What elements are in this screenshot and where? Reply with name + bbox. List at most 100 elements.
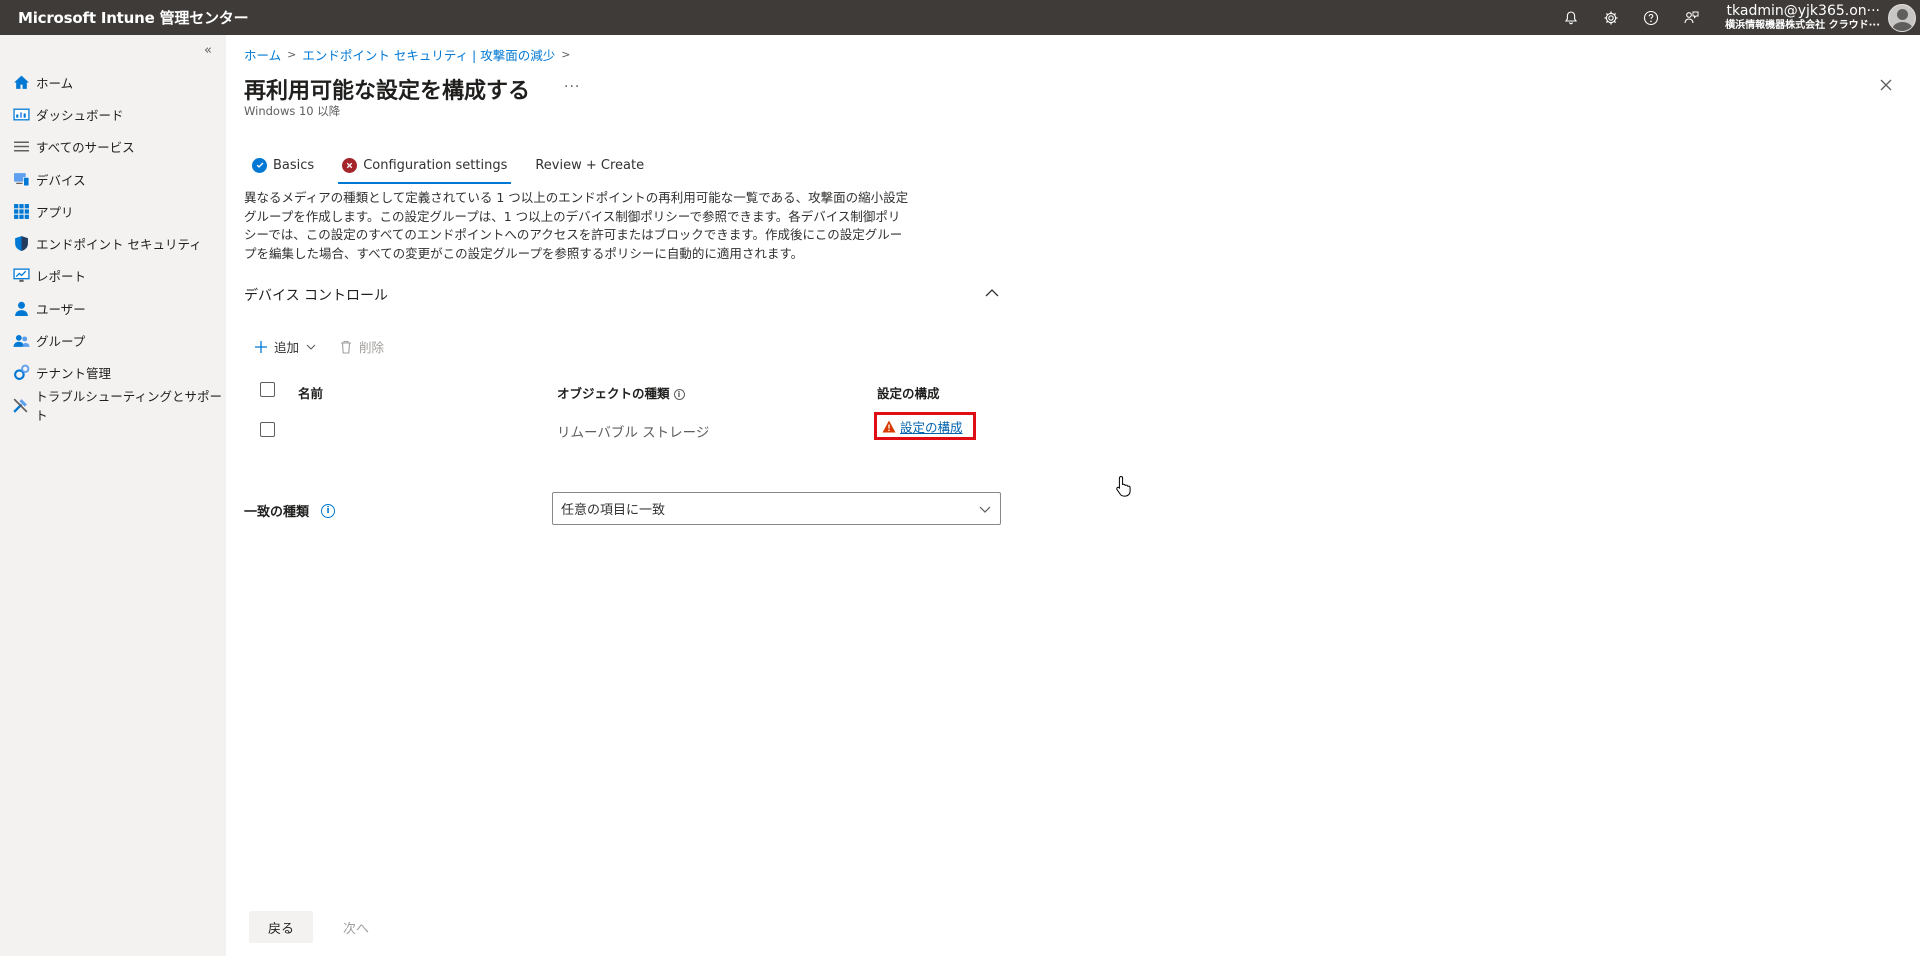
- shield-icon: [12, 235, 30, 253]
- sidebar-item-troubleshooting[interactable]: トラブルシューティングとサポート: [0, 389, 226, 424]
- home-icon: [12, 73, 30, 91]
- list-icon: [12, 138, 30, 156]
- app-title[interactable]: Microsoft Intune 管理センター: [0, 7, 249, 28]
- description-line: シーでは、この設定のすべてのエンドポイントへのアクセスを許可またはブロックできま…: [244, 227, 903, 242]
- sidebar-item-all-services[interactable]: すべてのサービス: [0, 131, 226, 163]
- sidebar-item-label: テナント管理: [36, 366, 112, 382]
- chevron-down-icon: [979, 506, 991, 513]
- column-header-name: 名前: [298, 386, 324, 401]
- sidebar: « ホーム ダッシュボード すべてのサービス デバイス アプリ エンドポイント …: [0, 35, 226, 956]
- add-label: 追加: [274, 340, 300, 355]
- account-menu[interactable]: tkadmin@yjk365.on··· 横浜情報機器株式会社 クラウド···: [1711, 3, 1888, 31]
- main-content: ホーム > エンドポイント セキュリティ | 攻撃面の減少 > 再利用可能な設定…: [226, 35, 1920, 956]
- wizard-tabs: Basics Configuration settings Review + C…: [252, 150, 672, 184]
- tenant-admin-icon: [12, 364, 30, 382]
- more-options-button[interactable]: ···: [564, 79, 580, 95]
- reports-icon: [12, 267, 30, 285]
- match-type-text: 一致の種類: [244, 505, 310, 520]
- description-line: 異なるメディアの種類として定義されている 1 つ以上のエンドポイントの再利用可能…: [244, 190, 909, 205]
- sidebar-item-label: グループ: [36, 334, 86, 350]
- description-line: グループを作成します。この設定グループは、1 つ以上のデバイス制御ポリシーで参照…: [244, 208, 901, 224]
- sidebar-item-label: ダッシュボード: [36, 107, 124, 123]
- sidebar-item-label: アプリ: [36, 204, 74, 220]
- dashboard-icon: [12, 105, 30, 123]
- account-tenant: 横浜情報機器株式会社 クラウド···: [1725, 19, 1880, 31]
- sidebar-item-label: ユーザー: [36, 301, 86, 317]
- checkmark-circle-icon: [252, 157, 267, 173]
- user-icon: [12, 299, 30, 317]
- breadcrumb-separator-icon: >: [287, 48, 297, 61]
- sidebar-item-home[interactable]: ホーム: [0, 66, 226, 98]
- delete-label: 削除: [359, 340, 385, 355]
- tab-label: Configuration settings: [363, 157, 508, 173]
- sidebar-item-reports[interactable]: レポート: [0, 260, 226, 292]
- sidebar-item-apps[interactable]: アプリ: [0, 195, 226, 227]
- settings-gear-icon[interactable]: [1591, 0, 1631, 35]
- sidebar-item-users[interactable]: ユーザー: [0, 292, 226, 324]
- help-icon[interactable]: [1631, 0, 1671, 35]
- sidebar-item-label: すべてのサービス: [36, 140, 135, 156]
- match-type-dropdown[interactable]: 任意の項目に一致: [552, 492, 1001, 525]
- page-title: 再利用可能な設定を構成する: [244, 79, 531, 104]
- groups-icon: [12, 332, 30, 350]
- breadcrumb-home[interactable]: ホーム: [244, 45, 281, 64]
- column-header-object-type: オブジェクトの種類 i: [557, 383, 685, 402]
- page-subtitle: Windows 10 以降: [244, 104, 341, 118]
- info-icon[interactable]: i: [673, 389, 685, 400]
- match-type-label: 一致の種類 i: [244, 501, 336, 520]
- match-type-value: 任意の項目に一致: [561, 503, 666, 518]
- add-button[interactable]: 追加: [254, 337, 323, 356]
- breadcrumb-endpoint-security[interactable]: エンドポイント セキュリティ | 攻撃面の減少: [302, 45, 555, 64]
- devices-icon: [12, 170, 30, 188]
- collapse-sidebar-icon[interactable]: «: [204, 43, 212, 58]
- sidebar-item-tenant-admin[interactable]: テナント管理: [0, 357, 226, 389]
- breadcrumb-separator-icon: >: [561, 48, 571, 61]
- trash-icon: [341, 340, 352, 354]
- tab-label: Basics: [273, 157, 315, 173]
- sidebar-nav: ホーム ダッシュボード すべてのサービス デバイス アプリ エンドポイント セキ…: [0, 66, 226, 424]
- breadcrumb: ホーム > エンドポイント セキュリティ | 攻撃面の減少 >: [244, 45, 576, 64]
- chevron-up-icon[interactable]: [984, 285, 1000, 301]
- info-icon[interactable]: i: [321, 503, 336, 518]
- tab-label: Review + Create: [535, 157, 645, 173]
- top-bar: Microsoft Intune 管理センター tkadmin@yjk365.o…: [0, 0, 1920, 35]
- tab-review-create[interactable]: Review + Create: [535, 150, 644, 180]
- select-all-checkbox[interactable]: [260, 382, 275, 397]
- grid-toolbar: 追加 削除: [254, 337, 400, 356]
- sidebar-item-groups[interactable]: グループ: [0, 324, 226, 356]
- feedback-icon[interactable]: [1671, 0, 1711, 35]
- notification-bell-icon[interactable]: [1551, 0, 1591, 35]
- troubleshoot-icon: [12, 396, 29, 414]
- row-checkbox[interactable]: [260, 422, 275, 437]
- configure-settings-link[interactable]: 設定の構成: [900, 417, 963, 436]
- sidebar-item-label: ホーム: [36, 75, 74, 91]
- apps-icon: [12, 202, 30, 220]
- sidebar-item-label: トラブルシューティングとサポート: [35, 389, 222, 424]
- tab-configuration-settings[interactable]: Configuration settings: [338, 150, 512, 184]
- row-object-type: リムーバブル ストレージ: [557, 425, 710, 441]
- plus-icon: [255, 340, 267, 353]
- description: 異なるメディアの種類として定義されている 1 つ以上のエンドポイントの再利用可能…: [244, 189, 1024, 263]
- sidebar-item-label: デバイス: [36, 172, 86, 188]
- sidebar-item-endpoint-security[interactable]: エンドポイント セキュリティ: [0, 227, 226, 259]
- error-circle-icon: [342, 157, 358, 173]
- configure-settings-highlight: 設定の構成: [874, 412, 976, 440]
- delete-button[interactable]: 削除: [339, 337, 384, 356]
- sidebar-item-label: レポート: [36, 269, 87, 285]
- warning-icon: [882, 420, 896, 432]
- sidebar-item-dashboard[interactable]: ダッシュボード: [0, 98, 226, 130]
- section-title-device-control: デバイス コントロール: [244, 288, 389, 304]
- column-header-label: オブジェクトの種類: [557, 386, 670, 401]
- tab-basics[interactable]: Basics: [252, 150, 314, 180]
- next-button[interactable]: 次へ: [324, 911, 388, 943]
- column-header-config: 設定の構成: [877, 386, 940, 401]
- back-button[interactable]: 戻る: [249, 911, 313, 943]
- sidebar-item-devices[interactable]: デバイス: [0, 163, 226, 195]
- description-line: プを編集した場合、すべての変更がこの設定グループを参照するポリシーに自動的に適用…: [244, 245, 804, 261]
- mouse-pointer-icon: [1116, 475, 1131, 497]
- settings-grid: 名前 オブジェクトの種類 i 設定の構成 リムーバブル ストレージ 設定の構成: [260, 379, 1020, 455]
- avatar[interactable]: [1888, 3, 1916, 32]
- sidebar-item-label: エンドポイント セキュリティ: [36, 237, 202, 253]
- chevron-down-icon: [306, 344, 316, 350]
- close-icon[interactable]: [1878, 77, 1894, 93]
